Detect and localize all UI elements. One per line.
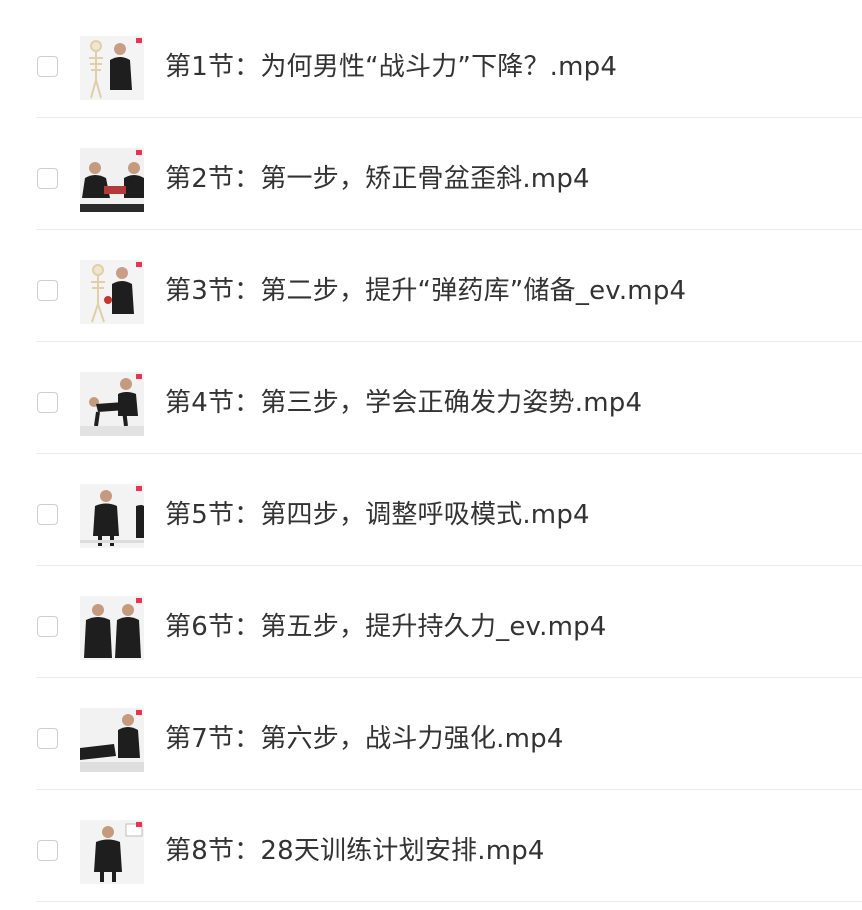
row-checkbox[interactable] xyxy=(37,840,58,861)
file-row[interactable]: 第3节：第二步，提升“弹药库”储备_ev.mp4 xyxy=(0,230,862,342)
row-checkbox[interactable] xyxy=(37,504,58,525)
file-row[interactable]: 第7节：第六步，战斗力强化.mp4 xyxy=(0,678,862,790)
row-checkbox[interactable] xyxy=(37,56,58,77)
video-thumbnail-icon[interactable] xyxy=(80,708,144,772)
file-name[interactable]: 第1节：为何男性“战斗力”下降？.mp4 xyxy=(165,50,617,84)
file-name[interactable]: 第7节：第六步，战斗力强化.mp4 xyxy=(165,722,564,756)
row-checkbox[interactable] xyxy=(37,168,58,189)
file-name[interactable]: 第3节：第二步，提升“弹药库”储备_ev.mp4 xyxy=(165,274,686,308)
row-checkbox[interactable] xyxy=(37,728,58,749)
video-thumbnail-icon[interactable] xyxy=(80,372,144,436)
row-checkbox[interactable] xyxy=(37,280,58,301)
file-row[interactable]: 第6节：第五步，提升持久力_ev.mp4 xyxy=(0,566,862,678)
file-name[interactable]: 第6节：第五步，提升持久力_ev.mp4 xyxy=(165,610,607,644)
file-row[interactable]: 第4节：第三步，学会正确发力姿势.mp4 xyxy=(0,342,862,454)
row-checkbox[interactable] xyxy=(37,616,58,637)
file-row[interactable]: 第5节：第四步，调整呼吸模式.mp4 xyxy=(0,454,862,566)
file-row[interactable]: 第8节：28天训练计划安排.mp4 xyxy=(0,790,862,902)
video-thumbnail-icon[interactable] xyxy=(80,260,144,324)
file-row[interactable]: 第2节：第一步，矫正骨盆歪斜.mp4 xyxy=(0,118,862,230)
file-name[interactable]: 第8节：28天训练计划安排.mp4 xyxy=(165,834,545,868)
video-thumbnail-icon[interactable] xyxy=(80,484,144,548)
video-thumbnail-icon[interactable] xyxy=(80,596,144,660)
video-thumbnail-icon[interactable] xyxy=(80,36,144,100)
file-name[interactable]: 第5节：第四步，调整呼吸模式.mp4 xyxy=(165,498,590,532)
file-list: 第1节：为何男性“战斗力”下降？.mp4 第2节：第一步，矫正骨盆歪斜.mp4 xyxy=(0,0,862,910)
file-name[interactable]: 第2节：第一步，矫正骨盆歪斜.mp4 xyxy=(165,162,590,196)
video-thumbnail-icon[interactable] xyxy=(80,148,144,212)
video-thumbnail-icon[interactable] xyxy=(80,820,144,884)
row-checkbox[interactable] xyxy=(37,392,58,413)
file-name[interactable]: 第4节：第三步，学会正确发力姿势.mp4 xyxy=(165,386,642,420)
file-row[interactable]: 第1节：为何男性“战斗力”下降？.mp4 xyxy=(0,6,862,118)
